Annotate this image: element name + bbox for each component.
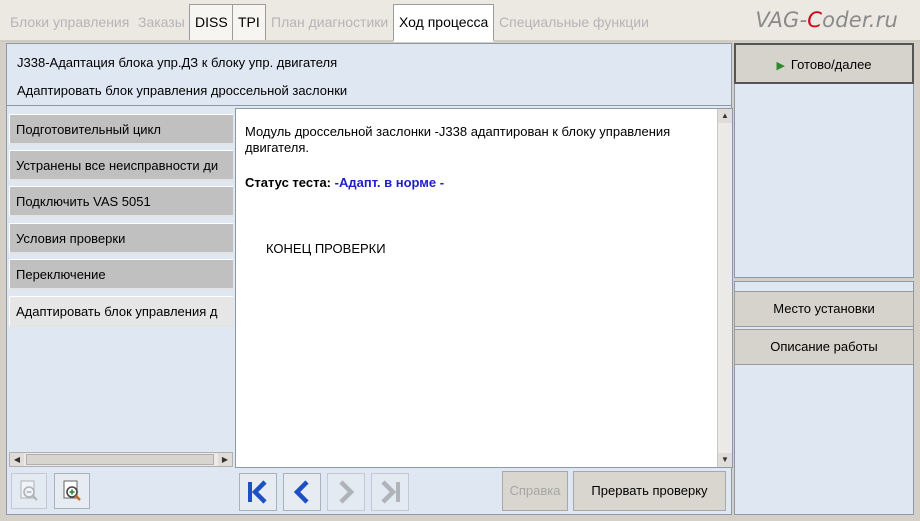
done-next-label: Готово/далее: [790, 57, 872, 72]
step-item[interactable]: Подготовительный цикл: [9, 114, 233, 145]
step-item[interactable]: Устранены все неисправности ди: [9, 150, 233, 181]
installation-location-button[interactable]: Место установки: [734, 291, 914, 327]
step-list: Подготовительный цикл Устранены все неис…: [9, 110, 233, 466]
test-status: Статус теста: -Адапт. в норме -: [245, 175, 444, 190]
scroll-down-arrow-icon[interactable]: ▼: [718, 453, 732, 467]
step-item[interactable]: Подключить VAS 5051: [9, 186, 233, 217]
next-step-button: [327, 473, 365, 511]
step-list-horizontal-scrollbar[interactable]: ◀ ▶: [9, 452, 233, 467]
next-icon: [339, 480, 355, 504]
main-panel: J338-Адаптация блока упр.ДЗ к блоку упр.…: [6, 43, 733, 515]
step-item-active[interactable]: Адаптировать блок управления д: [9, 296, 233, 327]
previous-icon: [293, 480, 309, 504]
tab-orders: Заказы: [138, 14, 185, 30]
procedure-header: J338-Адаптация блока упр.ДЗ к блоку упр.…: [7, 44, 731, 106]
previous-step-button[interactable]: [283, 473, 321, 511]
procedure-subtitle: Адаптировать блок управления дроссельной…: [17, 83, 348, 98]
end-of-test-text: КОНЕЦ ПРОВЕРКИ: [266, 241, 386, 256]
work-description-button[interactable]: Описание работы: [734, 329, 914, 365]
message-pane: Модуль дроссельной заслонки -J338 адапти…: [235, 108, 733, 468]
scroll-left-arrow-icon[interactable]: ◀: [10, 453, 24, 466]
zoom-in-button[interactable]: [54, 473, 90, 509]
tab-diss[interactable]: DISS: [189, 4, 234, 40]
last-step-button: [371, 473, 409, 511]
scrollbar-thumb[interactable]: [26, 454, 214, 465]
step-item[interactable]: Условия проверки: [9, 223, 233, 254]
skip-to-first-icon: [248, 480, 267, 504]
tab-control-units: Блоки управления: [10, 14, 130, 30]
test-status-label: Статус теста:: [245, 175, 332, 190]
tab-diagnostic-plan: План диагностики: [271, 14, 389, 30]
done-next-button[interactable]: ▶ Готово/далее: [734, 43, 914, 84]
test-status-value: -Адапт. в норме -: [334, 175, 445, 190]
scroll-up-arrow-icon[interactable]: ▲: [718, 109, 732, 123]
abort-test-button[interactable]: Прервать проверку: [573, 471, 726, 511]
zoom-in-icon: [63, 480, 81, 501]
tab-process[interactable]: Ход процесса: [393, 4, 495, 42]
tab-tpi[interactable]: TPI: [232, 4, 266, 40]
tab-bar: Блоки управления Заказы DISS TPI План ди…: [0, 0, 920, 42]
zoom-out-icon: [20, 480, 38, 501]
result-message: Модуль дроссельной заслонки -J338 адапти…: [245, 124, 671, 155]
tab-special-functions: Специальные функции: [499, 14, 649, 30]
skip-to-last-icon: [381, 480, 400, 504]
zoom-out-button: [11, 473, 47, 509]
message-vertical-scrollbar[interactable]: ▲ ▼: [717, 109, 732, 467]
first-step-button[interactable]: [239, 473, 277, 511]
play-triangle-icon: ▶: [776, 60, 785, 72]
help-button: Справка: [502, 471, 568, 511]
watermark-logo: VAG-Coder.ru: [755, 8, 898, 32]
scroll-right-arrow-icon[interactable]: ▶: [218, 453, 232, 466]
step-item[interactable]: Переключение: [9, 259, 233, 290]
right-panel: ▶ Готово/далее Место установки Описание р…: [734, 43, 914, 515]
procedure-title: J338-Адаптация блока упр.ДЗ к блоку упр.…: [17, 55, 338, 70]
